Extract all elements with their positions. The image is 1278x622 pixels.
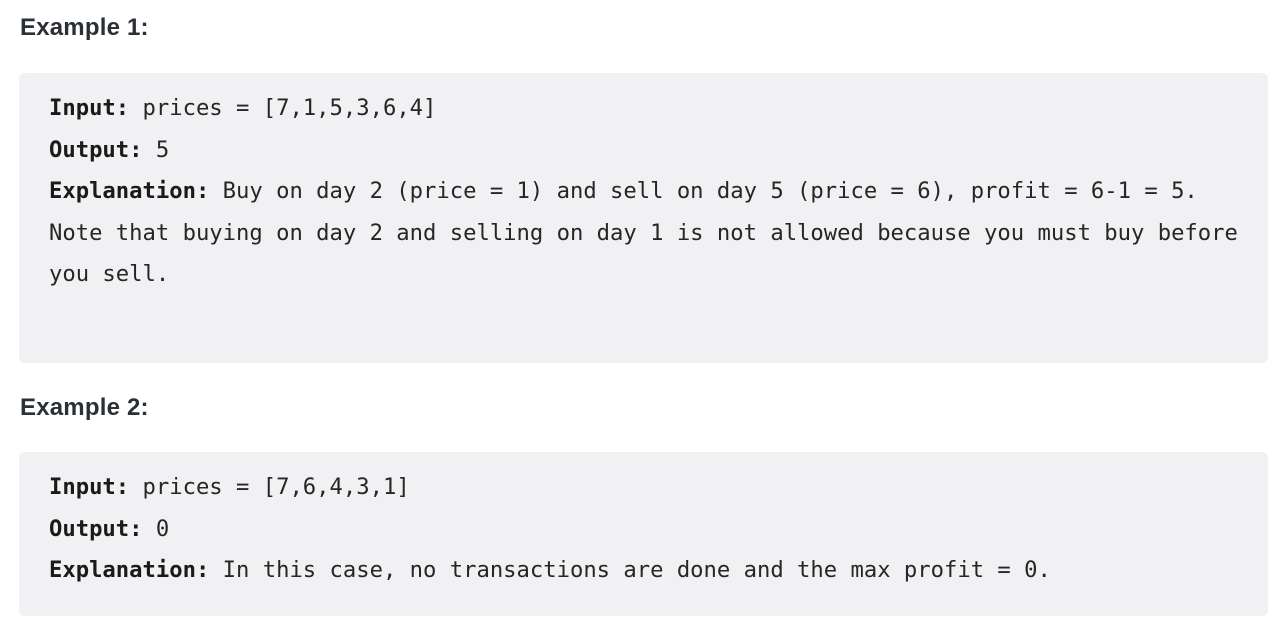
note-line: Note that buying on day 2 and selling on… xyxy=(49,219,1252,288)
explanation-value: In this case, no transactions are done a… xyxy=(209,557,1051,583)
output-line: Output: 0 xyxy=(49,509,1238,551)
output-label: Output: xyxy=(49,515,143,542)
input-label: Input: xyxy=(49,95,130,121)
explanation-label: Explanation: xyxy=(49,557,210,583)
example-2-heading: Example 2: xyxy=(20,394,149,421)
output-label: Output: xyxy=(49,136,143,163)
input-value: prices = [7,1,5,3,6,4] xyxy=(129,95,437,121)
output-value: 5 xyxy=(142,136,170,163)
explanation-label: Explanation: xyxy=(49,178,210,204)
input-value: prices = [7,6,4,3,1] xyxy=(129,474,410,500)
output-value: 0 xyxy=(142,515,170,542)
explanation-line: Explanation: In this case, no transactio… xyxy=(49,550,1238,592)
example-1-heading: Example 1: xyxy=(20,14,149,41)
explanation-line: Explanation: Buy on day 2 (price = 1) an… xyxy=(49,171,1238,213)
input-line: Input: prices = [7,6,4,3,1] xyxy=(49,467,1238,509)
explanation-value: Buy on day 2 (price = 1) and sell on day… xyxy=(209,178,1198,204)
output-line: Output: 5 xyxy=(49,130,1238,172)
example-2-code-block: Input: prices = [7,6,4,3,1] Output: 0 Ex… xyxy=(19,452,1268,616)
input-label: Input: xyxy=(49,474,130,500)
example-1-code-block: Input: prices = [7,1,5,3,6,4] Output: 5 … xyxy=(19,73,1268,363)
input-line: Input: prices = [7,1,5,3,6,4] xyxy=(49,88,1238,130)
